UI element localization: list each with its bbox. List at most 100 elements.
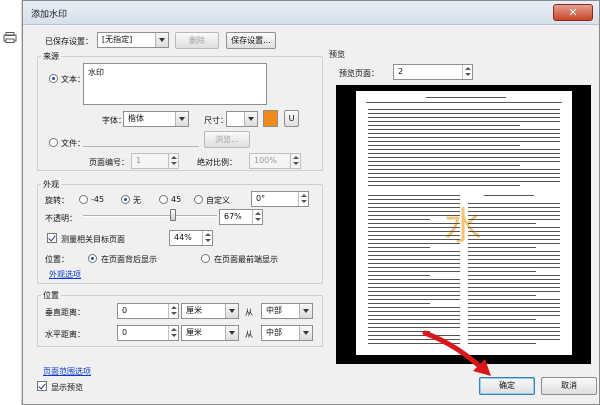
preview-text-line xyxy=(368,259,460,260)
preview-text-line xyxy=(368,181,560,182)
behind-page-label: 在页面背后显示 xyxy=(101,255,157,264)
opacity-label: 不透明： xyxy=(45,214,77,223)
rotation-custom-input[interactable]: 0° xyxy=(251,191,309,207)
preview-text-line xyxy=(368,117,560,118)
chevron-down-icon xyxy=(225,304,238,318)
preview-text-line xyxy=(468,295,536,296)
watermark-text-area[interactable]: 水印 xyxy=(83,63,267,105)
save-settings-button[interactable]: 保存设置... xyxy=(226,32,276,49)
size-label: 尺寸： xyxy=(204,116,228,125)
front-page-radio[interactable] xyxy=(201,254,210,263)
spinner-icon xyxy=(168,304,178,318)
opacity-value: 67% xyxy=(224,212,242,221)
underline-button[interactable]: U xyxy=(284,110,299,127)
preview-text-line xyxy=(366,102,562,103)
file-radio[interactable] xyxy=(49,138,58,147)
page-range-options-link[interactable]: 页面范围选项 xyxy=(43,366,91,377)
horizontal-distance-input[interactable]: 0 xyxy=(117,325,179,341)
preview-text-line xyxy=(368,149,560,150)
file-path-field xyxy=(83,133,199,147)
browse-button[interactable]: 浏览... xyxy=(204,131,250,148)
appearance-options-link[interactable]: 外观选项 xyxy=(49,269,81,280)
vertical-unit-value: 厘米 xyxy=(186,306,202,315)
delete-settings-button[interactable]: 删除 xyxy=(175,32,219,49)
preview-text-line xyxy=(368,113,560,114)
preview-text-line xyxy=(368,211,460,212)
preview-text-line xyxy=(368,295,460,296)
position-label: 位置： xyxy=(45,255,69,264)
vertical-anchor-select[interactable]: 中部 xyxy=(261,303,313,319)
background-window-strip xyxy=(0,0,22,405)
absolute-scale-value: 100% xyxy=(254,156,277,165)
preview-text-line xyxy=(368,121,560,122)
relative-scale-checkbox[interactable] xyxy=(47,233,57,243)
rotation-minus45-radio[interactable] xyxy=(79,195,88,204)
preview-text-line xyxy=(368,263,460,264)
preview-canvas: 水 xyxy=(336,85,591,364)
preview-text-line xyxy=(468,307,560,308)
opacity-input[interactable]: 67% xyxy=(219,209,263,225)
close-button[interactable]: ✕ xyxy=(553,4,593,21)
opacity-slider-track[interactable] xyxy=(83,215,217,217)
absolute-scale-input[interactable]: 100% xyxy=(249,153,301,169)
preview-page-image: 水 xyxy=(356,91,572,355)
preview-text-line xyxy=(368,323,460,324)
horizontal-distance-label: 水平距离： xyxy=(45,330,85,339)
appearance-group-title: 外观 xyxy=(41,179,61,190)
preview-text-line xyxy=(468,247,536,248)
preview-text-line xyxy=(368,203,460,204)
preview-text-line xyxy=(368,327,460,328)
preview-text-line xyxy=(368,307,460,308)
front-page-label: 在页面最前端显示 xyxy=(214,255,278,264)
preview-text-line xyxy=(368,223,460,224)
preview-text-line xyxy=(368,161,560,162)
preview-text-line xyxy=(468,319,536,320)
size-select[interactable] xyxy=(226,111,258,127)
preview-text-line xyxy=(368,165,520,166)
page-number-label: 页面编号： xyxy=(89,158,129,167)
horizontal-anchor-select[interactable]: 中部 xyxy=(261,325,313,341)
relative-scale-input[interactable]: 44% xyxy=(169,230,213,246)
rotation-custom-label: 自定义 xyxy=(206,196,230,205)
page-number-input[interactable]: 1 xyxy=(131,153,179,169)
position-group-title: 位置 xyxy=(41,290,61,301)
preview-text-line xyxy=(368,173,560,174)
color-swatch-button[interactable] xyxy=(263,110,278,127)
preview-text-line xyxy=(368,195,460,196)
dialog-titlebar: 添加水印 ✕ xyxy=(23,1,599,25)
rotation-custom-radio[interactable] xyxy=(194,195,203,204)
preview-text-line xyxy=(468,243,560,244)
vertical-unit-select[interactable]: 厘米 xyxy=(181,303,239,319)
text-radio[interactable] xyxy=(49,74,58,83)
rotation-custom-value: 0° xyxy=(256,194,266,203)
dialog-title: 添加水印 xyxy=(31,10,68,20)
preview-page-input[interactable]: 2 xyxy=(393,64,473,80)
spinner-icon xyxy=(290,154,300,168)
preview-text-line xyxy=(468,299,560,300)
preview-text-line xyxy=(368,185,520,186)
page-number-value: 1 xyxy=(136,156,142,165)
preview-text-line xyxy=(368,275,430,276)
spinner-icon xyxy=(252,210,262,224)
saved-settings-select[interactable]: [无指定] xyxy=(97,32,169,48)
preview-text-line xyxy=(368,267,460,268)
spinner-icon xyxy=(202,231,212,245)
cancel-button[interactable]: 取消 xyxy=(541,377,597,395)
preview-text-line xyxy=(468,287,560,288)
horizontal-unit-select[interactable]: 厘米 xyxy=(181,325,239,341)
show-preview-checkbox[interactable] xyxy=(37,381,47,391)
opacity-slider-thumb[interactable] xyxy=(169,209,176,221)
preview-text-line xyxy=(368,109,560,110)
saved-settings-label: 已保存设置： xyxy=(45,37,93,46)
font-select[interactable]: 楷体 xyxy=(123,111,189,127)
rotation-none-radio[interactable] xyxy=(121,195,130,204)
preview-text-line xyxy=(468,235,560,236)
behind-page-radio[interactable] xyxy=(88,254,97,263)
vertical-distance-input[interactable]: 0 xyxy=(117,303,179,319)
relative-scale-value: 44% xyxy=(174,233,192,242)
preview-text-line xyxy=(368,169,560,170)
rotation-45-radio[interactable] xyxy=(159,195,168,204)
preview-text-line xyxy=(468,315,560,316)
ok-button[interactable]: 确定 xyxy=(479,377,535,395)
red-arrow-icon xyxy=(422,330,491,376)
